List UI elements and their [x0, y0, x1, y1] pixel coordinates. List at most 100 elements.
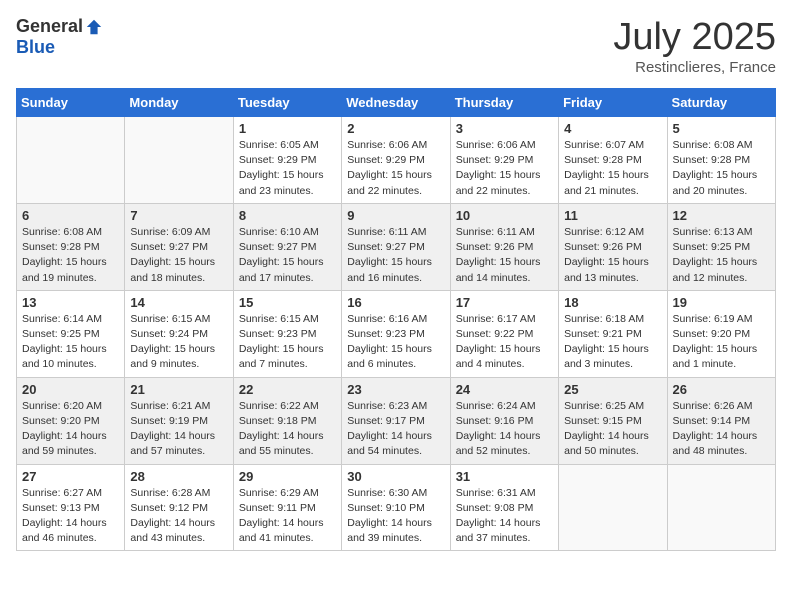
day-number: 5 — [673, 121, 770, 136]
day-number: 9 — [347, 208, 444, 223]
calendar-week-row: 20 Sunrise: 6:20 AM Sunset: 9:20 PM Dayli… — [17, 377, 776, 464]
day-info: Sunrise: 6:25 AM Sunset: 9:15 PM Dayligh… — [564, 399, 661, 460]
day-number: 11 — [564, 208, 661, 223]
calendar-cell: 8 Sunrise: 6:10 AM Sunset: 9:27 PM Daylig… — [233, 203, 341, 290]
day-info: Sunrise: 6:19 AM Sunset: 9:20 PM Dayligh… — [673, 312, 770, 373]
calendar-week-row: 1 Sunrise: 6:05 AM Sunset: 9:29 PM Daylig… — [17, 117, 776, 204]
day-number: 7 — [130, 208, 227, 223]
weekday-header: Monday — [125, 89, 233, 117]
day-info: Sunrise: 6:06 AM Sunset: 9:29 PM Dayligh… — [347, 138, 444, 199]
day-info: Sunrise: 6:29 AM Sunset: 9:11 PM Dayligh… — [239, 486, 336, 547]
day-info: Sunrise: 6:26 AM Sunset: 9:14 PM Dayligh… — [673, 399, 770, 460]
day-info: Sunrise: 6:28 AM Sunset: 9:12 PM Dayligh… — [130, 486, 227, 547]
day-number: 6 — [22, 208, 119, 223]
day-info: Sunrise: 6:16 AM Sunset: 9:23 PM Dayligh… — [347, 312, 444, 373]
day-info: Sunrise: 6:27 AM Sunset: 9:13 PM Dayligh… — [22, 486, 119, 547]
day-number: 3 — [456, 121, 553, 136]
day-number: 20 — [22, 382, 119, 397]
month-title: July 2025 — [613, 16, 776, 59]
day-info: Sunrise: 6:15 AM Sunset: 9:23 PM Dayligh… — [239, 312, 336, 373]
calendar-cell: 15Sunrise: 6:15 AM Sunset: 9:23 PM Dayli… — [233, 290, 341, 377]
calendar-week-row: 13Sunrise: 6:14 AM Sunset: 9:25 PM Dayli… — [17, 290, 776, 377]
day-number: 30 — [347, 469, 444, 484]
logo-general-text: General — [16, 16, 83, 37]
day-number: 29 — [239, 469, 336, 484]
calendar-cell: 18Sunrise: 6:18 AM Sunset: 9:21 PM Dayli… — [559, 290, 667, 377]
calendar-cell: 2Sunrise: 6:06 AM Sunset: 9:29 PM Daylig… — [342, 117, 450, 204]
day-number: 24 — [456, 382, 553, 397]
day-number: 31 — [456, 469, 553, 484]
calendar-cell: 9 Sunrise: 6:11 AM Sunset: 9:27 PM Daylig… — [342, 203, 450, 290]
day-info: Sunrise: 6:10 AM Sunset: 9:27 PM Dayligh… — [239, 225, 336, 286]
calendar-cell: 14 Sunrise: 6:15 AM Sunset: 9:24 PM Dayli… — [125, 290, 233, 377]
day-number: 14 — [130, 295, 227, 310]
day-number: 8 — [239, 208, 336, 223]
day-info: Sunrise: 6:05 AM Sunset: 9:29 PM Dayligh… — [239, 138, 336, 199]
day-info: Sunrise: 6:11 AM Sunset: 9:27 PM Dayligh… — [347, 225, 444, 286]
day-number: 16 — [347, 295, 444, 310]
calendar-week-row: 27 Sunrise: 6:27 AM Sunset: 9:13 PM Dayli… — [17, 464, 776, 551]
day-number: 13 — [22, 295, 119, 310]
day-info: Sunrise: 6:22 AM Sunset: 9:18 PM Dayligh… — [239, 399, 336, 460]
weekday-header-row: SundayMondayTuesdayWednesdayThursdayFrid… — [17, 89, 776, 117]
calendar-cell: 23 Sunrise: 6:23 AM Sunset: 9:17 PM Dayli… — [342, 377, 450, 464]
calendar-cell: 24 Sunrise: 6:24 AM Sunset: 9:16 PM Dayli… — [450, 377, 558, 464]
location: Restinclieres, France — [613, 59, 776, 76]
page-header: General Blue July 2025 Restinclieres, Fr… — [16, 16, 776, 76]
day-info: Sunrise: 6:09 AM Sunset: 9:27 PM Dayligh… — [130, 225, 227, 286]
day-info: Sunrise: 6:31 AM Sunset: 9:08 PM Dayligh… — [456, 486, 553, 547]
day-number: 22 — [239, 382, 336, 397]
calendar-cell: 3 Sunrise: 6:06 AM Sunset: 9:29 PM Daylig… — [450, 117, 558, 204]
day-info: Sunrise: 6:07 AM Sunset: 9:28 PM Dayligh… — [564, 138, 661, 199]
calendar-cell — [559, 464, 667, 551]
calendar-cell: 5 Sunrise: 6:08 AM Sunset: 9:28 PM Daylig… — [667, 117, 775, 204]
calendar-cell: 21 Sunrise: 6:21 AM Sunset: 9:19 PM Dayli… — [125, 377, 233, 464]
calendar-cell: 25Sunrise: 6:25 AM Sunset: 9:15 PM Dayli… — [559, 377, 667, 464]
day-info: Sunrise: 6:08 AM Sunset: 9:28 PM Dayligh… — [673, 138, 770, 199]
day-number: 4 — [564, 121, 661, 136]
day-info: Sunrise: 6:11 AM Sunset: 9:26 PM Dayligh… — [456, 225, 553, 286]
logo-blue-text: Blue — [16, 37, 55, 58]
day-info: Sunrise: 6:24 AM Sunset: 9:16 PM Dayligh… — [456, 399, 553, 460]
calendar-cell — [667, 464, 775, 551]
calendar-table: SundayMondayTuesdayWednesdayThursdayFrid… — [16, 88, 776, 551]
calendar-week-row: 6 Sunrise: 6:08 AM Sunset: 9:28 PM Daylig… — [17, 203, 776, 290]
weekday-header: Saturday — [667, 89, 775, 117]
calendar-cell: 22 Sunrise: 6:22 AM Sunset: 9:18 PM Dayli… — [233, 377, 341, 464]
calendar-cell: 27 Sunrise: 6:27 AM Sunset: 9:13 PM Dayli… — [17, 464, 125, 551]
day-info: Sunrise: 6:21 AM Sunset: 9:19 PM Dayligh… — [130, 399, 227, 460]
calendar-cell: 26 Sunrise: 6:26 AM Sunset: 9:14 PM Dayli… — [667, 377, 775, 464]
calendar-cell: 20 Sunrise: 6:20 AM Sunset: 9:20 PM Dayli… — [17, 377, 125, 464]
calendar-cell: 30 Sunrise: 6:30 AM Sunset: 9:10 PM Dayli… — [342, 464, 450, 551]
day-number: 12 — [673, 208, 770, 223]
day-info: Sunrise: 6:18 AM Sunset: 9:21 PM Dayligh… — [564, 312, 661, 373]
day-number: 21 — [130, 382, 227, 397]
day-number: 10 — [456, 208, 553, 223]
day-number: 26 — [673, 382, 770, 397]
day-number: 28 — [130, 469, 227, 484]
calendar-cell: 13Sunrise: 6:14 AM Sunset: 9:25 PM Dayli… — [17, 290, 125, 377]
weekday-header: Wednesday — [342, 89, 450, 117]
day-info: Sunrise: 6:06 AM Sunset: 9:29 PM Dayligh… — [456, 138, 553, 199]
weekday-header: Tuesday — [233, 89, 341, 117]
calendar-cell: 10 Sunrise: 6:11 AM Sunset: 9:26 PM Dayli… — [450, 203, 558, 290]
weekday-header: Thursday — [450, 89, 558, 117]
day-info: Sunrise: 6:23 AM Sunset: 9:17 PM Dayligh… — [347, 399, 444, 460]
title-section: July 2025 Restinclieres, France — [613, 16, 776, 76]
day-info: Sunrise: 6:13 AM Sunset: 9:25 PM Dayligh… — [673, 225, 770, 286]
calendar-cell: 19Sunrise: 6:19 AM Sunset: 9:20 PM Dayli… — [667, 290, 775, 377]
day-info: Sunrise: 6:08 AM Sunset: 9:28 PM Dayligh… — [22, 225, 119, 286]
day-info: Sunrise: 6:15 AM Sunset: 9:24 PM Dayligh… — [130, 312, 227, 373]
day-number: 27 — [22, 469, 119, 484]
calendar-cell: 16 Sunrise: 6:16 AM Sunset: 9:23 PM Dayli… — [342, 290, 450, 377]
day-number: 17 — [456, 295, 553, 310]
calendar-cell: 12 Sunrise: 6:13 AM Sunset: 9:25 PM Dayli… — [667, 203, 775, 290]
day-number: 23 — [347, 382, 444, 397]
calendar-cell: 17Sunrise: 6:17 AM Sunset: 9:22 PM Dayli… — [450, 290, 558, 377]
day-number: 1 — [239, 121, 336, 136]
calendar-cell: 28 Sunrise: 6:28 AM Sunset: 9:12 PM Dayli… — [125, 464, 233, 551]
calendar-cell: 4 Sunrise: 6:07 AM Sunset: 9:28 PM Daylig… — [559, 117, 667, 204]
day-info: Sunrise: 6:30 AM Sunset: 9:10 PM Dayligh… — [347, 486, 444, 547]
day-info: Sunrise: 6:20 AM Sunset: 9:20 PM Dayligh… — [22, 399, 119, 460]
calendar-cell: 31 Sunrise: 6:31 AM Sunset: 9:08 PM Dayli… — [450, 464, 558, 551]
